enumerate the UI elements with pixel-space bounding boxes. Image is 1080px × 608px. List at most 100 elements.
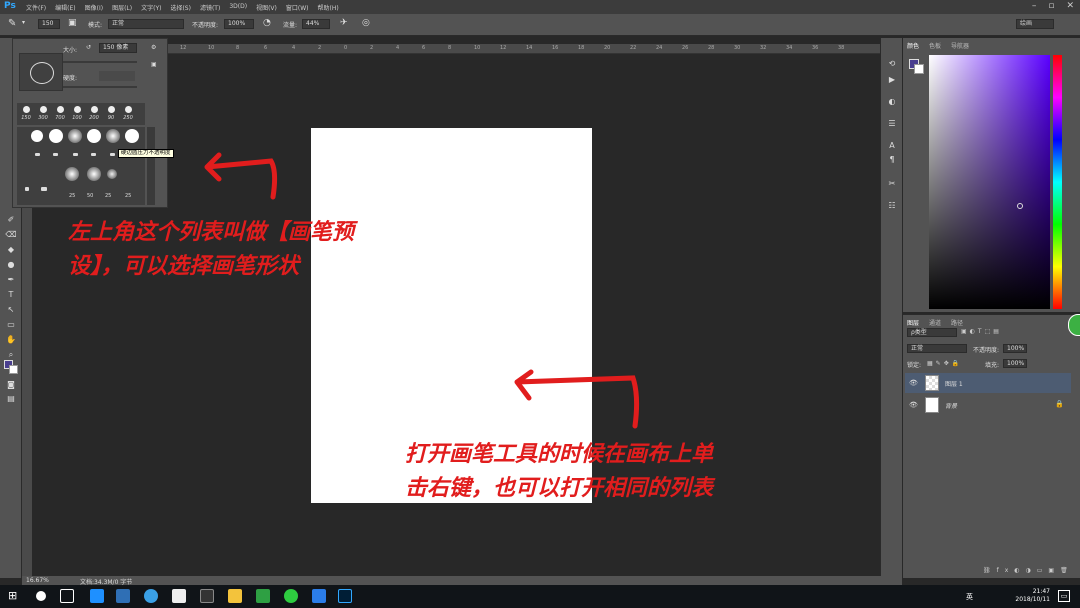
minimize-button[interactable]: – [1032, 1, 1037, 11]
menu-edit[interactable]: 编辑(E) [55, 3, 75, 12]
layer-row[interactable]: 👁 背景 🔒 [905, 395, 1071, 415]
visibility-eye-icon[interactable]: 👁 [909, 401, 918, 409]
hand-icon[interactable]: ✋ [5, 334, 17, 346]
type-icon[interactable]: T [5, 289, 17, 301]
screen-mode-icon[interactable]: ▤ [5, 393, 17, 405]
reset-icon[interactable]: ↺ [86, 44, 91, 51]
menu-help[interactable]: 帮助(H) [318, 3, 339, 12]
word-icon[interactable] [312, 589, 326, 603]
lock-icons[interactable]: ▦✎✥🔒 [927, 360, 962, 367]
hue-slider[interactable] [1053, 55, 1062, 309]
taskbar-app-icon[interactable] [200, 589, 214, 603]
quick-mask-icon[interactable]: ◙ [5, 379, 17, 391]
tab-color[interactable]: 颜色 [907, 41, 919, 50]
recent-brush[interactable]: 200 [87, 106, 101, 121]
tab-channels[interactable]: 通道 [929, 318, 941, 327]
task-view-icon[interactable] [60, 589, 74, 603]
brush-preset[interactable] [91, 153, 96, 156]
tool-presets-icon[interactable]: ✂ [886, 178, 898, 190]
layer-opacity-field[interactable]: 100% [1003, 344, 1027, 353]
brush-preset[interactable] [68, 129, 82, 143]
start-icon[interactable]: ⊞ [8, 590, 20, 602]
hardness-slider[interactable] [63, 86, 137, 88]
taskbar-app-icon[interactable] [90, 589, 104, 603]
filter-icons[interactable]: ▣◐T⬚▤ [961, 328, 1002, 335]
pen-icon[interactable]: ✒ [5, 274, 17, 286]
dodge-icon[interactable]: ● [5, 259, 17, 271]
rectangle-icon[interactable]: ▭ [5, 319, 17, 331]
hardness-field[interactable] [99, 71, 135, 81]
history-brush-icon[interactable]: ✐ [5, 214, 17, 226]
recent-brush[interactable]: 90 [104, 106, 118, 121]
brush-preset[interactable] [41, 187, 47, 191]
brush-preset[interactable] [35, 153, 40, 156]
visibility-eye-icon[interactable]: 👁 [909, 379, 918, 387]
brush-preset[interactable] [25, 187, 29, 191]
color-picker-field[interactable] [929, 55, 1050, 309]
tab-navigator[interactable]: 导航器 [951, 41, 969, 50]
opacity-field[interactable]: 100% [224, 19, 254, 29]
menu-filter[interactable]: 滤镜(T) [200, 3, 220, 12]
brush-preset[interactable] [49, 129, 63, 143]
layer-name[interactable]: 图层 1 [945, 379, 963, 388]
input-language[interactable]: 英 [966, 592, 973, 602]
menu-window[interactable]: 窗口(W) [286, 3, 309, 12]
chevron-down-icon[interactable]: ▾ [22, 19, 25, 26]
brush-preset[interactable] [110, 153, 115, 156]
brush-preset-picker[interactable]: 150 [38, 19, 60, 29]
taskbar-app-icon[interactable] [116, 589, 130, 603]
history-icon[interactable]: ⟲ [886, 58, 898, 70]
taskbar-app-icon[interactable] [256, 589, 270, 603]
brush-panel-toggle-icon[interactable]: ▣ [68, 18, 77, 28]
pressure-opacity-icon[interactable]: ◔ [263, 18, 271, 28]
brush-preset[interactable] [87, 129, 101, 143]
fill-field[interactable]: 100% [1003, 359, 1027, 368]
recent-brush[interactable]: 300 [36, 106, 50, 121]
layer-row[interactable]: 👁 图层 1 [905, 373, 1071, 393]
brush-preset[interactable] [106, 129, 120, 143]
menu-image[interactable]: 图像(I) [85, 3, 103, 12]
folder-icon[interactable] [228, 589, 242, 603]
eraser-icon[interactable]: ⌫ [5, 229, 17, 241]
brush-preset[interactable] [65, 167, 79, 181]
brush-tool-icon[interactable]: ✎ [8, 18, 16, 29]
photoshop-taskbar-icon[interactable] [338, 589, 352, 603]
close-button[interactable]: ✕ [1066, 1, 1074, 11]
menu-3d[interactable]: 3D(D) [229, 3, 247, 12]
menu-type[interactable]: 文字(Y) [141, 3, 161, 12]
workspace-select[interactable]: 绘画 [1016, 19, 1054, 29]
paragraph-icon[interactable]: ¶ [886, 154, 898, 166]
zoom-level[interactable]: 16.67% [26, 577, 49, 584]
blend-mode-select[interactable]: 正常 [907, 344, 967, 353]
background-color-swatch[interactable] [9, 365, 18, 374]
clock[interactable]: 21:47 2018/10/11 [1015, 588, 1050, 604]
recent-brush[interactable]: 700 [53, 106, 67, 121]
menu-layer[interactable]: 图层(L) [112, 3, 132, 12]
tab-layers[interactable]: 图层 [907, 318, 919, 327]
menu-view[interactable]: 视图(V) [256, 3, 277, 12]
taskbar-browser-icon[interactable] [144, 589, 158, 603]
recent-brush[interactable]: 150 [19, 106, 33, 121]
layer-name[interactable]: 背景 [945, 401, 957, 410]
brush-preset[interactable] [107, 169, 117, 179]
tab-paths[interactable]: 路径 [951, 318, 963, 327]
brush-settings-icon[interactable]: ☷ [886, 200, 898, 212]
brush-preset[interactable] [87, 167, 101, 181]
airbrush-icon[interactable]: ✈ [340, 18, 348, 28]
character-icon[interactable]: A [886, 140, 898, 152]
layer-bottom-icons[interactable]: ⛓fx◐◑▭▣🗑 [983, 567, 1074, 574]
menu-select[interactable]: 选择(S) [170, 3, 191, 12]
wechat-icon[interactable] [284, 589, 298, 603]
new-preset-icon[interactable]: ▣ [151, 61, 157, 68]
recent-brush[interactable]: 250 [121, 106, 135, 121]
size-field[interactable]: 150 像素 [99, 43, 137, 53]
brush-preset[interactable] [125, 129, 139, 143]
pressure-size-icon[interactable]: ◎ [362, 18, 370, 28]
background-swatch[interactable] [914, 64, 924, 74]
flow-field[interactable]: 44% [302, 19, 330, 29]
tab-swatches[interactable]: 色板 [929, 41, 941, 50]
brush-preset[interactable] [73, 153, 78, 156]
brush-angle-preview[interactable] [19, 53, 63, 91]
mode-select[interactable]: 正常 [108, 19, 184, 29]
adjustments-icon[interactable]: ◐ [886, 96, 898, 108]
